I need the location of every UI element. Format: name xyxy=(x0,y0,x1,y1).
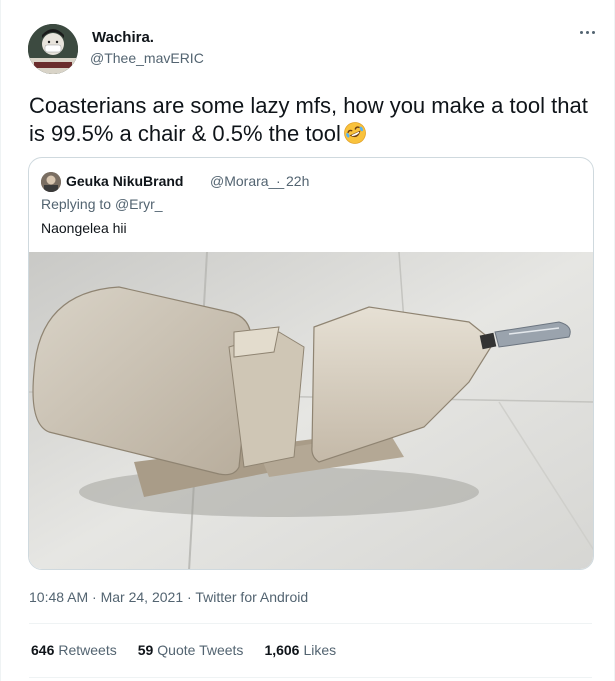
quoted-author-avatar[interactable] xyxy=(41,172,61,192)
quoted-separator-dot: · xyxy=(276,173,281,189)
likes-label: Likes xyxy=(303,642,337,658)
more-options-icon[interactable] xyxy=(576,24,598,40)
divider xyxy=(29,623,592,624)
tweet-metadata: 10:48 AM · Mar 24, 2021 · Twitter for An… xyxy=(29,589,308,605)
quoted-timestamp[interactable]: 22h xyxy=(286,173,309,189)
likes-stat[interactable]: 1,606 Likes xyxy=(264,642,336,658)
author-name[interactable]: Wachira. xyxy=(92,29,154,46)
tweet-source[interactable]: Twitter for Android xyxy=(195,589,308,605)
retweets-stat[interactable]: 646 Retweets xyxy=(31,642,117,658)
likes-count: 1,606 xyxy=(264,642,300,658)
meta-separator: · xyxy=(92,589,97,605)
quoted-author-handle[interactable]: @Morara__ xyxy=(210,173,284,189)
tweet-text-content: Coasterians are some lazy mfs, how you m… xyxy=(29,93,588,146)
replying-to-mention[interactable]: @Eryr_ xyxy=(115,196,163,212)
author-avatar[interactable] xyxy=(28,24,78,74)
quoted-tweet-text: Naongelea hii xyxy=(41,220,127,236)
replying-to-line: Replying to @Eryr_ xyxy=(41,196,163,212)
replying-to-prefix: Replying to xyxy=(41,196,112,212)
retweets-count: 646 xyxy=(31,642,55,658)
quoted-author-name[interactable]: Geuka NikuBrand xyxy=(66,173,183,189)
meta-separator: · xyxy=(187,589,192,605)
tweet-date[interactable]: Mar 24, 2021 xyxy=(101,589,184,605)
tweet-time[interactable]: 10:48 AM xyxy=(29,589,88,605)
divider xyxy=(29,677,592,678)
quote-tweets-label: Quote Tweets xyxy=(157,642,244,658)
quote-tweets-stat[interactable]: 59 Quote Tweets xyxy=(138,642,244,658)
quoted-tweet-photo[interactable] xyxy=(29,252,593,569)
retweets-label: Retweets xyxy=(58,642,117,658)
author-handle[interactable]: @Thee_mavERIC xyxy=(90,50,204,66)
quote-tweets-count: 59 xyxy=(137,642,154,658)
tweet-card: Wachira. @Thee_mavERIC Coasterians are s… xyxy=(0,0,615,681)
rolling-on-floor-laughing-emoji-icon xyxy=(343,122,366,144)
tweet-text: Coasterians are some lazy mfs, how you m… xyxy=(29,92,589,148)
engagement-stats: 646 Retweets 59 Quote Tweets 1,606 Likes xyxy=(31,642,336,658)
quoted-tweet[interactable]: Geuka NikuBrand @Morara__ · 22h Replying… xyxy=(28,157,594,570)
